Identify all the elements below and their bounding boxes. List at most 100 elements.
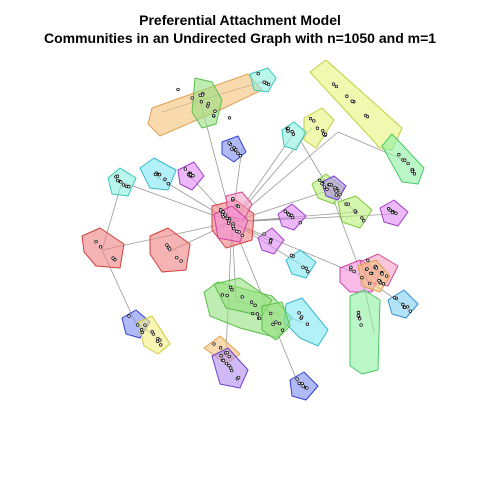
- graph-vertex: [353, 209, 357, 213]
- graph-vertex: [390, 210, 395, 215]
- graph-vertex: [401, 302, 405, 307]
- graph-vertex: [127, 314, 131, 318]
- graph-vertex: [274, 320, 278, 324]
- graph-vertex: [295, 377, 299, 381]
- graph-vertex: [286, 126, 290, 130]
- graph-vertex: [271, 322, 275, 326]
- graph-vertex: [381, 282, 386, 286]
- graph-vertex: [384, 274, 389, 278]
- community-hull: [283, 297, 329, 347]
- graph-vertex: [230, 288, 234, 292]
- graph-vertex: [236, 204, 241, 209]
- graph-vertex: [179, 259, 183, 263]
- graph-vertex: [406, 161, 410, 166]
- graph-vertex: [155, 339, 160, 343]
- graph-vertex: [408, 309, 412, 313]
- graph-vertex: [234, 148, 238, 152]
- graph-vertex: [338, 192, 342, 197]
- graph-vertex: [253, 303, 257, 307]
- graph-vertex: [183, 167, 187, 171]
- graph-vertex: [262, 232, 266, 236]
- graph-vertex: [269, 311, 273, 316]
- graph-vertex: [227, 363, 231, 368]
- graph-vertex: [333, 185, 337, 190]
- graph-vertex: [350, 99, 354, 103]
- community-hull: [281, 121, 307, 151]
- graph-vertex: [255, 312, 259, 316]
- graph-vertex: [397, 153, 401, 157]
- graph-vertex: [301, 265, 305, 269]
- graph-vertex: [365, 267, 369, 271]
- graph-vertex: [374, 266, 378, 270]
- graph-vertex: [300, 315, 304, 319]
- graph-vertex: [298, 221, 302, 225]
- graph-vertex: [220, 293, 225, 297]
- graph-vertex: [249, 300, 254, 304]
- graph-vertex: [305, 386, 309, 390]
- graph-vertex: [140, 330, 144, 335]
- graph-vertex: [176, 87, 180, 92]
- graph-vertex: [291, 215, 295, 220]
- graph-vertex: [221, 358, 226, 363]
- graph-vertex: [346, 202, 350, 206]
- graph-vertex: [199, 100, 204, 104]
- graph-vertex: [219, 354, 223, 358]
- graph-vertex: [297, 381, 301, 385]
- graph-vertex: [219, 208, 223, 212]
- graph-vertex: [231, 197, 235, 201]
- graph-vertex: [191, 174, 195, 178]
- graph-vertex: [258, 316, 262, 321]
- graph-vertex: [212, 342, 216, 346]
- graph-vertex: [240, 233, 244, 238]
- graph-vertex: [280, 328, 285, 332]
- graph-vertex: [380, 272, 384, 276]
- graph-vertex: [143, 323, 147, 327]
- graph-vertex: [377, 279, 381, 283]
- graph-vertex: [230, 368, 234, 373]
- graph-vertex: [230, 147, 234, 151]
- graph-vertex: [206, 102, 211, 106]
- community-hull: [249, 67, 277, 93]
- graph-vertex: [360, 216, 364, 220]
- graph-vertex: [229, 366, 233, 370]
- graph-vertex: [394, 211, 398, 215]
- graph-vertex: [227, 354, 231, 359]
- graph-vertex: [226, 221, 231, 225]
- graph-vertex: [304, 266, 308, 270]
- graph-vertex: [236, 375, 241, 380]
- graph-vertex: [200, 93, 205, 97]
- graph-vertex: [119, 180, 123, 184]
- graph-vertex: [369, 271, 373, 276]
- graph-vertex: [410, 169, 414, 174]
- graph-vertex: [315, 126, 320, 130]
- network-diagram: [81, 59, 425, 401]
- graph-vertex: [306, 270, 310, 274]
- graph-vertex: [266, 82, 271, 87]
- graph-vertex: [163, 177, 167, 181]
- graph-vertex: [349, 265, 353, 269]
- graph-vertex: [291, 132, 296, 136]
- graph-vertex: [238, 154, 243, 158]
- graph-vertex: [236, 151, 240, 155]
- graph-vertex: [159, 343, 163, 347]
- graph-vertex: [328, 182, 332, 187]
- graph-vertex: [305, 322, 310, 326]
- graph-vertex: [345, 94, 349, 98]
- graph-vertex: [403, 305, 407, 309]
- graph-vertex: [297, 311, 301, 315]
- graph-vertex: [168, 247, 172, 251]
- graph-vertex: [221, 210, 225, 214]
- graph-vertex: [368, 281, 372, 286]
- graph-vertex: [277, 321, 282, 326]
- graph-vertex: [213, 109, 217, 113]
- graph-vertex: [157, 173, 162, 177]
- graph-vertex: [352, 269, 356, 274]
- graph-vertex: [331, 82, 336, 86]
- graph-vertex: [283, 209, 287, 213]
- community-layer: [81, 59, 425, 401]
- graph-vertex: [165, 243, 169, 247]
- graph-vertex: [356, 314, 360, 318]
- graph-vertex: [312, 119, 316, 123]
- graph-vertex: [320, 182, 324, 186]
- graph-vertex: [256, 71, 260, 76]
